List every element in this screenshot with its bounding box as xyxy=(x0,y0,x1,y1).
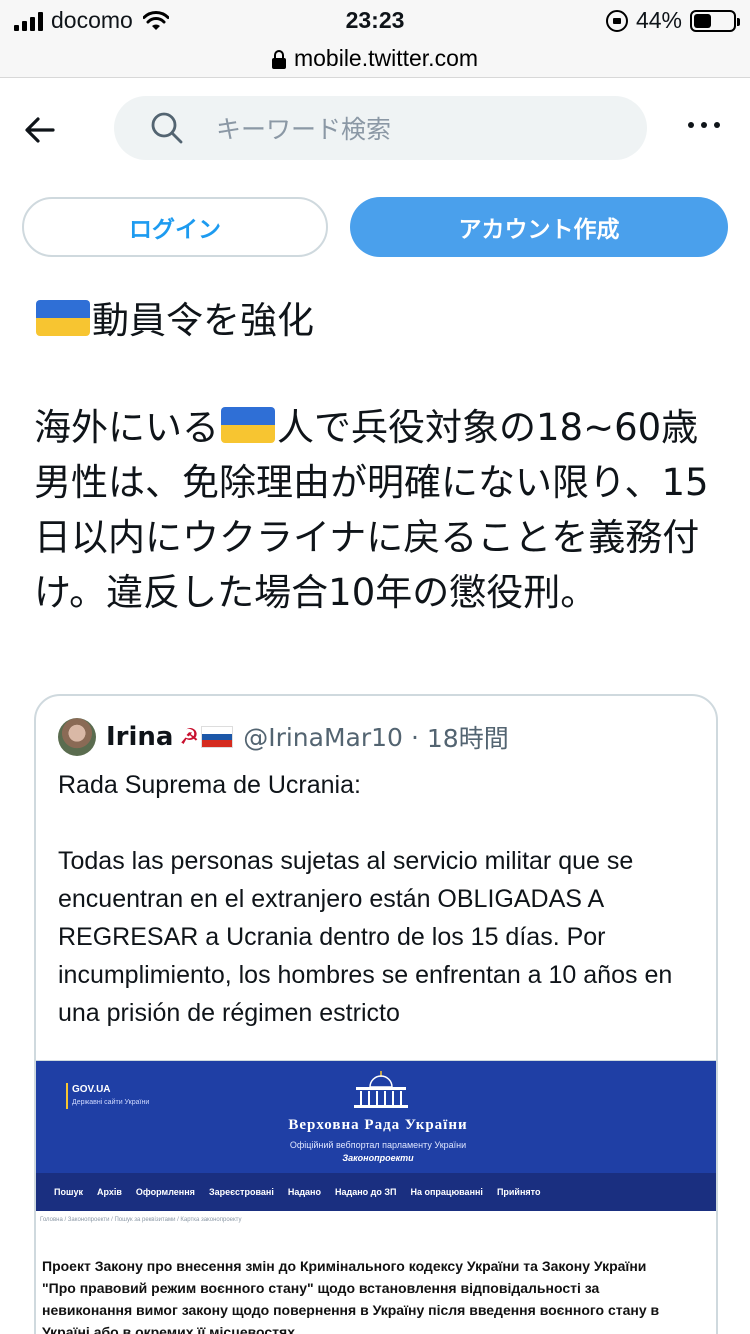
rada-doc-title: Проект Закону про внесення змін до Кримі… xyxy=(42,1258,660,1334)
status-right: 44% xyxy=(605,7,740,34)
tweet-title-text: 動員令を強化 xyxy=(92,299,314,342)
lock-icon xyxy=(271,50,286,69)
search-icon xyxy=(151,112,183,144)
dot-icon xyxy=(714,122,720,128)
quoted-tweet-header: Irina ☭ @IrinaMar10 · 18時間 xyxy=(58,718,509,756)
parliament-building-icon xyxy=(354,1071,408,1108)
battery-percent: 44% xyxy=(635,7,682,33)
status-bar: docomo 23:23 44% xyxy=(0,0,750,40)
dot-icon xyxy=(688,122,694,128)
battery-icon xyxy=(690,9,740,32)
tweet-title: 動員令を強化 xyxy=(34,294,314,348)
tweet-body-text-1: 海外にいる xyxy=(34,406,219,449)
login-button[interactable]: ログイン xyxy=(22,197,328,257)
back-button[interactable] xyxy=(18,108,62,152)
arrow-left-icon xyxy=(25,117,55,143)
signup-button[interactable]: アカウント作成 xyxy=(350,197,728,257)
ukraine-flag-icon xyxy=(36,300,90,336)
russia-flag-icon xyxy=(201,726,234,748)
gov-ua-logo-sub: Державні сайти України xyxy=(72,1099,150,1106)
rada-nav-item: Надано xyxy=(287,1187,321,1197)
quoted-handle: @IrinaMar10 xyxy=(243,722,403,752)
quoted-image[interactable]: GOV.UA Державні сайти України Верховна Р… xyxy=(36,1060,716,1334)
rada-nav-item: Надано до ЗП xyxy=(335,1187,397,1197)
quoted-text: Rada Suprema de Ucrania: Todas las perso… xyxy=(58,771,673,1027)
rada-subtitle-2: Законопроекти xyxy=(342,1153,414,1163)
quoted-time: 18時間 xyxy=(426,724,509,753)
tweet-body: 海外にいる 人で兵役対象の18~60歳男性は、免除理由が明確にない限り、15日以内… xyxy=(34,400,724,620)
rada-nav-item: Оформлення xyxy=(135,1187,195,1197)
ukraine-flag-icon xyxy=(221,407,275,443)
rada-nav-item: На опрацюванні xyxy=(410,1187,483,1197)
url-text: mobile.twitter.com xyxy=(293,45,479,71)
address-bar[interactable]: mobile.twitter.com xyxy=(0,40,750,78)
search-input[interactable]: キーワード検索 xyxy=(114,96,647,160)
rada-title: Верховна Рада України xyxy=(288,1117,468,1133)
rada-nav: Пошук Архів Оформлення Зареєстровані Над… xyxy=(36,1173,716,1211)
rada-breadcrumb: Головна / Законопроекти / Пошук за рекві… xyxy=(40,1217,242,1223)
gov-ua-logo: GOV.UA Державні сайти України xyxy=(66,1083,149,1109)
hammer-sickle-icon: ☭ xyxy=(179,724,200,750)
gov-ua-logo-text: GOV.UA xyxy=(72,1084,111,1095)
rada-nav-item: Пошук xyxy=(54,1187,83,1197)
quoted-author-name[interactable]: Irina xyxy=(106,722,173,752)
rada-nav-item: Прийнято xyxy=(496,1187,541,1197)
dot-icon xyxy=(701,122,707,128)
rada-nav-item: Архів xyxy=(96,1187,122,1197)
top-header: キーワード検索 xyxy=(0,80,750,178)
rada-banner: GOV.UA Державні сайти України Верховна Р… xyxy=(36,1061,716,1211)
orientation-lock-icon xyxy=(605,9,628,32)
search-placeholder: キーワード検索 xyxy=(216,115,392,144)
rada-subtitle: Офіційний вебпортал парламенту України xyxy=(289,1140,467,1150)
rada-nav-item: Зареєстровані xyxy=(208,1187,274,1197)
more-options-button[interactable] xyxy=(688,122,720,128)
separator-dot: · xyxy=(410,722,419,752)
avatar[interactable] xyxy=(58,718,96,756)
quoted-tweet[interactable]: Irina ☭ @IrinaMar10 · 18時間 Rada Suprema … xyxy=(34,694,718,1334)
